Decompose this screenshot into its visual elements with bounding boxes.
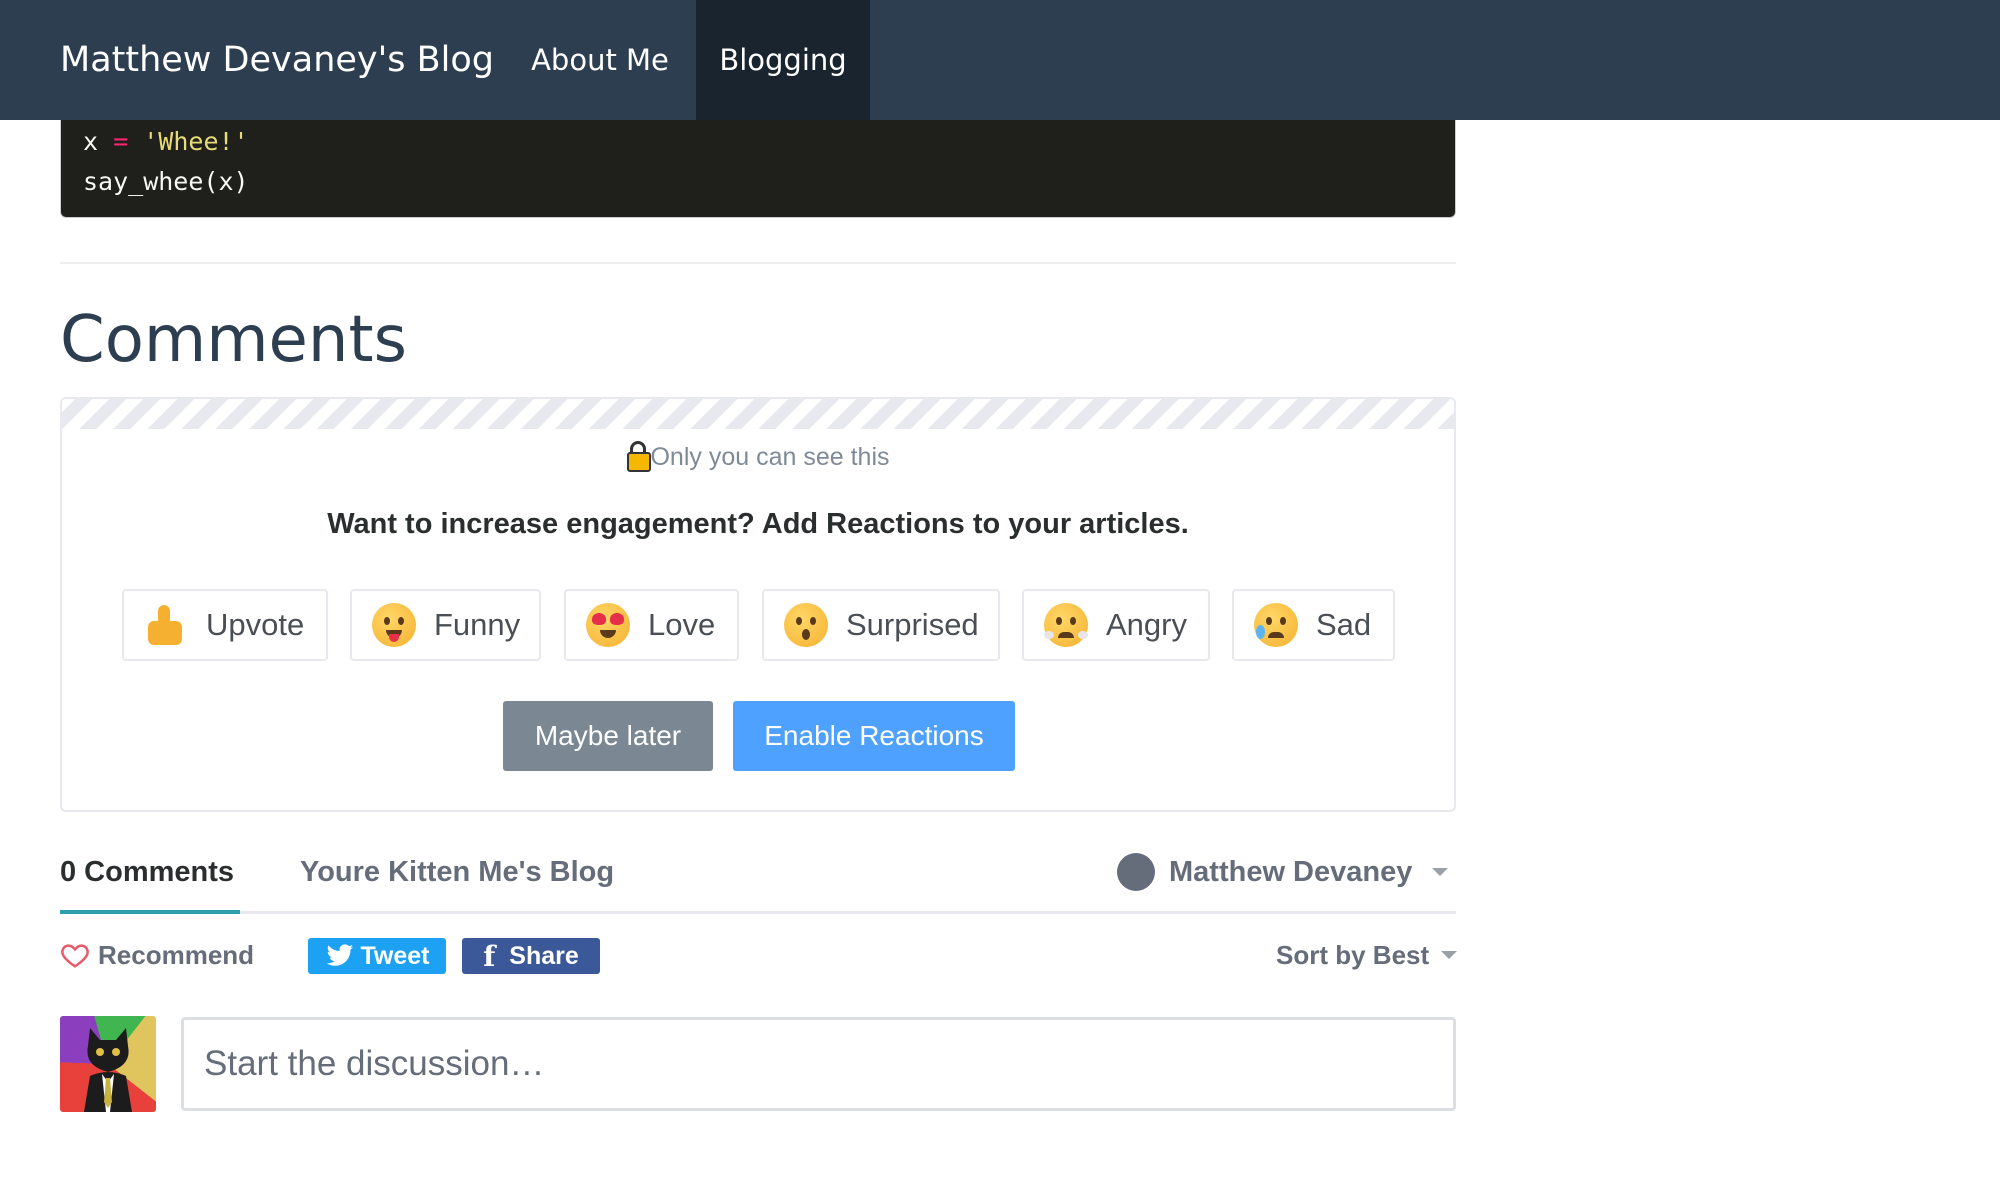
recommend-button[interactable]: Recommend	[60, 935, 254, 975]
reaction-label: Love	[648, 607, 716, 642]
user-menu[interactable]: Matthew Devaney	[1117, 850, 1449, 894]
share-label: Share	[509, 941, 579, 970]
sad-face-icon	[1254, 603, 1298, 647]
twitter-bird-icon	[326, 944, 353, 966]
code-line: x = 'Whee!'	[83, 122, 1433, 162]
reaction-label: Angry	[1106, 607, 1187, 642]
reaction-label: Upvote	[206, 607, 305, 642]
private-note-text: Only you can see this	[650, 443, 890, 471]
reactions-promo-panel: Only you can see this Want to increase e…	[60, 397, 1456, 812]
code-block: x = 'Whee!' say_whee(x)	[60, 110, 1456, 218]
enable-reactions-button[interactable]: Enable Reactions	[733, 701, 1015, 771]
surprised-face-icon	[784, 603, 828, 647]
facebook-icon: f	[483, 939, 496, 973]
user-name: Matthew Devaney	[1169, 855, 1413, 888]
tab-community[interactable]: Youre Kitten Me's Blog	[300, 850, 614, 894]
tweet-button[interactable]: Tweet	[308, 938, 446, 974]
chevron-down-icon	[1432, 868, 1449, 876]
reaction-sad[interactable]: Sad	[1232, 589, 1395, 661]
reaction-label: Surprised	[846, 607, 979, 642]
reaction-angry[interactable]: Angry	[1022, 589, 1210, 661]
comments-heading: Comments	[60, 303, 407, 377]
code-operator: =	[113, 127, 129, 156]
tabs-divider	[60, 911, 1456, 914]
user-avatar[interactable]	[60, 1016, 156, 1112]
user-avatar-icon	[1117, 853, 1155, 891]
chevron-down-icon	[1441, 951, 1458, 959]
recommend-label: Recommend	[98, 939, 255, 970]
tweet-label: Tweet	[360, 941, 430, 970]
reaction-love[interactable]: Love	[564, 589, 739, 661]
heart-icon	[61, 944, 89, 968]
active-tab-underline	[60, 910, 240, 914]
private-note: Only you can see this	[62, 437, 1454, 477]
facebook-share-button[interactable]: f Share	[462, 938, 600, 974]
maybe-later-button[interactable]: Maybe later	[503, 701, 713, 771]
angry-face-icon	[1044, 603, 1088, 647]
start-discussion-input[interactable]	[181, 1017, 1456, 1111]
code-variable: x	[83, 127, 99, 156]
blog-brand-link[interactable]: Matthew Devaney's Blog	[60, 0, 494, 120]
reaction-label: Sad	[1316, 607, 1372, 642]
reaction-surprised[interactable]: Surprised	[762, 589, 1000, 661]
code-line: say_whee(x)	[83, 167, 249, 196]
tab-comments-count[interactable]: 0 Comments	[60, 850, 234, 894]
promo-title: Want to increase engagement? Add Reactio…	[327, 508, 1189, 540]
code-string: 'Whee!'	[143, 127, 249, 156]
lock-icon	[626, 441, 652, 472]
sort-dropdown[interactable]: Sort by Best	[1276, 935, 1458, 975]
nav-blogging[interactable]: Blogging	[696, 0, 870, 120]
reaction-upvote[interactable]: Upvote	[122, 589, 328, 661]
reaction-funny[interactable]: Funny	[350, 589, 541, 661]
striped-banner	[62, 399, 1454, 429]
section-divider	[60, 262, 1456, 264]
reaction-label: Funny	[434, 607, 521, 642]
funny-face-icon	[372, 603, 416, 647]
nav-about-me[interactable]: About Me	[505, 0, 695, 120]
heart-eyes-icon	[586, 603, 630, 647]
cat-avatar-icon	[84, 1028, 132, 1112]
top-navbar: Matthew Devaney's Blog About Me Blogging	[0, 0, 2000, 120]
thumbs-up-icon	[144, 603, 188, 647]
sort-label: Sort by Best	[1276, 939, 1430, 970]
